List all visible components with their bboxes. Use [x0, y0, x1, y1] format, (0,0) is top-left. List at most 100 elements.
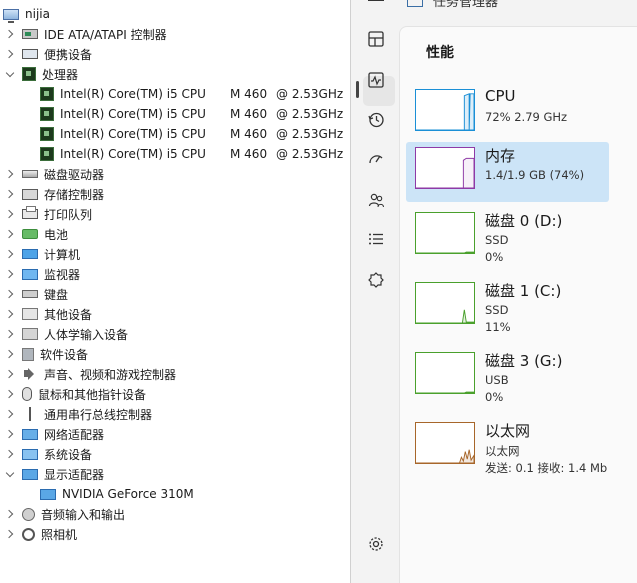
chevron-right-icon[interactable] [4, 328, 16, 340]
tree-category[interactable]: 软件设备 [4, 344, 88, 364]
chevron-right-icon[interactable] [4, 428, 16, 440]
perf-item-detail: SSD [485, 233, 509, 247]
nav-settings[interactable] [365, 533, 387, 555]
tree-category-label: 键盘 [44, 287, 69, 302]
nav-users[interactable] [365, 189, 387, 211]
tree-category-label: 照相机 [41, 527, 78, 542]
nav-details[interactable] [365, 228, 387, 250]
nav-services[interactable] [365, 269, 387, 291]
tree-category-label: 软件设备 [40, 347, 89, 362]
tree-category[interactable]: 网络适配器 [4, 424, 104, 444]
perf-item[interactable]: 磁盘 0 (D:) SSD 0% [406, 207, 609, 267]
display-adapter-icon [22, 468, 38, 480]
tree-category-label: 处理器 [42, 67, 79, 82]
chevron-right-icon[interactable] [4, 188, 16, 200]
startup-icon [369, 155, 383, 164]
tree-category[interactable]: 电池 [4, 224, 68, 244]
mouse-icon [22, 387, 32, 401]
nav-performance[interactable] [365, 69, 387, 91]
perf-item-detail: 以太网 [485, 444, 520, 458]
tree-category[interactable]: IDE ATA/ATAPI 控制器 [4, 24, 167, 44]
tree-category[interactable]: 鼠标和其他指针设备 [4, 384, 146, 404]
chevron-right-icon[interactable] [4, 248, 16, 260]
task-manager-window: 任务管理器 性能 CPU 72% 2.79 GHz 内存 1.4/1.9 GB … [350, 0, 637, 583]
nav-app-history[interactable] [365, 109, 387, 131]
storage-controller-icon [22, 188, 38, 200]
perf-graph-svg [416, 157, 474, 188]
chevron-right-icon[interactable] [4, 388, 16, 400]
tree-category[interactable]: 处理器 [4, 64, 78, 84]
processor-speed: @ 2.53GHz [276, 87, 344, 101]
perf-item[interactable]: 磁盘 3 (G:) USB 0% [406, 347, 609, 407]
tree-category[interactable]: 系统设备 [4, 444, 92, 464]
hamburger-menu-icon[interactable] [368, 0, 384, 5]
perf-item-detail: 72% 2.79 GHz [485, 110, 568, 124]
chevron-right-icon[interactable] [4, 348, 16, 360]
perf-item[interactable]: 内存 1.4/1.9 GB (74%) [406, 142, 609, 202]
tree-category[interactable]: 计算机 [4, 244, 80, 264]
computer-icon [22, 249, 38, 259]
perf-item-usage: 发送: 0.1 接收: 1.4 Mb [485, 461, 608, 475]
processor-item[interactable]: Intel(R) Core(TM) i5 CPU M 460 @ 2.53GHz [40, 144, 343, 164]
processor-item[interactable]: Intel(R) Core(TM) i5 CPU M 460 @ 2.53GHz [40, 84, 343, 104]
tree-category-label: 鼠标和其他指针设备 [38, 387, 147, 402]
chevron-right-icon[interactable] [4, 308, 16, 320]
tree-category[interactable]: 音频输入和输出 [4, 504, 125, 524]
perf-graph-svg [416, 391, 474, 393]
perf-usage-area [416, 391, 474, 393]
chevron-right-icon[interactable] [4, 408, 16, 420]
chevron-down-icon[interactable] [4, 468, 16, 480]
chevron-right-icon[interactable] [4, 368, 16, 380]
performance-panel: 性能 CPU 72% 2.79 GHz 内存 1.4/1.9 GB (74%) 磁盘 0… [399, 26, 637, 583]
perf-item-usage: 11% [485, 320, 511, 334]
display-adapter-item[interactable]: NVIDIA GeForce 310M [40, 484, 194, 504]
perf-item[interactable]: CPU 72% 2.79 GHz [406, 84, 609, 144]
tree-category-label: 音频输入和输出 [41, 507, 126, 522]
network-adapter-icon [22, 428, 38, 440]
tree-root[interactable]: nijia [3, 4, 50, 24]
tree-category[interactable]: 打印队列 [4, 204, 92, 224]
chevron-down-icon[interactable] [4, 68, 16, 80]
system-device-icon [22, 448, 38, 460]
services-icon [368, 272, 384, 288]
perf-usage-area [416, 251, 474, 253]
chevron-right-icon[interactable] [4, 288, 16, 300]
perf-mini-graph [415, 422, 475, 464]
tree-category[interactable]: 其他设备 [4, 304, 92, 324]
nav-startup[interactable] [365, 148, 387, 170]
chevron-right-icon[interactable] [4, 28, 16, 40]
processor-item[interactable]: Intel(R) Core(TM) i5 CPU M 460 @ 2.53GHz [40, 124, 343, 144]
sound-icon [22, 367, 38, 381]
tree-category[interactable]: 显示适配器 [4, 464, 104, 484]
perf-mini-graph [415, 352, 475, 394]
chevron-right-icon[interactable] [4, 508, 16, 520]
processor-icon [40, 147, 54, 161]
other-devices-icon [22, 308, 38, 320]
chevron-right-icon[interactable] [4, 208, 16, 220]
chevron-right-icon[interactable] [4, 448, 16, 460]
tree-category[interactable]: 存储控制器 [4, 184, 104, 204]
tree-category[interactable]: 人体学输入设备 [4, 324, 128, 344]
processor-name: Intel(R) Core(TM) i5 CPU [60, 127, 206, 141]
tree-category[interactable]: 键盘 [4, 284, 68, 304]
perf-item-name: 磁盘 1 (C:) [485, 282, 562, 300]
history-icon [368, 112, 384, 128]
tree-category[interactable]: 磁盘驱动器 [4, 164, 104, 184]
tree-category[interactable]: 监视器 [4, 264, 80, 284]
tree-category-label: 声音、视频和游戏控制器 [44, 367, 177, 382]
tree-category[interactable]: 便携设备 [4, 44, 92, 64]
perf-item[interactable]: 以太网 以太网 发送: 0.1 接收: 1.4 Mb [406, 417, 609, 477]
tree-category-label: 人体学输入设备 [44, 327, 129, 342]
tree-category[interactable]: 通用串行总线控制器 [4, 404, 152, 424]
tree-category[interactable]: 声音、视频和游戏控制器 [4, 364, 176, 384]
chevron-right-icon[interactable] [4, 168, 16, 180]
chevron-right-icon[interactable] [4, 228, 16, 240]
nav-processes[interactable] [365, 28, 387, 50]
perf-item[interactable]: 磁盘 1 (C:) SSD 11% [406, 277, 609, 337]
tree-category[interactable]: 照相机 [4, 524, 77, 544]
chevron-right-icon[interactable] [4, 528, 16, 540]
processor-item[interactable]: Intel(R) Core(TM) i5 CPU M 460 @ 2.53GHz [40, 104, 343, 124]
chevron-right-icon[interactable] [4, 268, 16, 280]
chevron-right-icon[interactable] [4, 48, 16, 60]
processor-speed: @ 2.53GHz [276, 107, 344, 121]
